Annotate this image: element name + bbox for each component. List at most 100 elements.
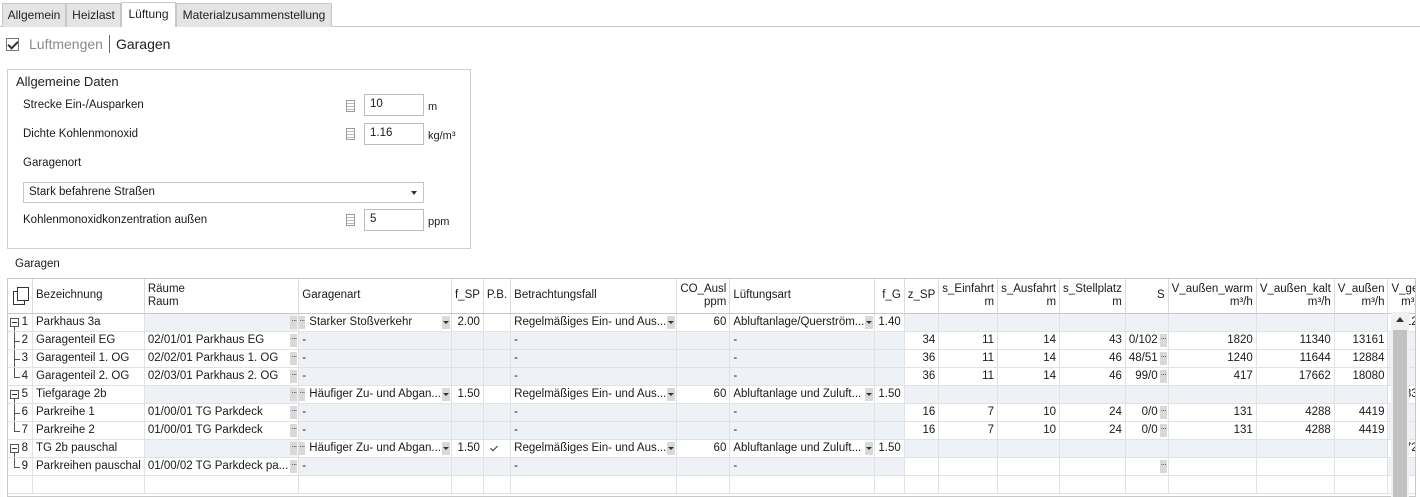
cell-zsp[interactable]: 34 xyxy=(904,331,940,350)
cell-pb[interactable] xyxy=(483,313,512,332)
cell-v-aussen[interactable]: 4419 xyxy=(1334,421,1389,440)
ellipsis-icon[interactable]: ··· xyxy=(290,387,298,401)
row-tree-cell[interactable]: 9 xyxy=(8,457,33,476)
cell-v-aussen-warm[interactable]: 417 xyxy=(1168,367,1257,386)
col-garagenart[interactable]: Garagenart xyxy=(298,279,452,314)
cell-v-aussen[interactable] xyxy=(1334,313,1389,332)
cell-raum[interactable]: 02/01/01 Parkhaus EG ··· xyxy=(144,331,300,350)
cell-v-aussen-kalt[interactable] xyxy=(1256,313,1335,332)
cell-s[interactable] xyxy=(1125,313,1169,332)
cell-zsp[interactable] xyxy=(904,439,940,458)
cell-v-aussen-warm[interactable]: 1240 xyxy=(1168,349,1257,368)
cell-s[interactable]: 0/102 ··· xyxy=(1125,331,1169,350)
cell-raum[interactable]: ··· xyxy=(144,439,300,458)
cell-fg[interactable]: 1.40 xyxy=(874,313,905,332)
empty-cell[interactable] xyxy=(510,475,678,494)
row-tree-cell[interactable]: 6 xyxy=(8,403,33,422)
empty-cell[interactable] xyxy=(298,475,452,494)
col-v-aussen-kalt[interactable]: V_außen_kalt m³/h xyxy=(1256,279,1335,314)
cell-v-aussen-kalt[interactable]: 4288 xyxy=(1256,403,1335,422)
col-pb[interactable]: P.B. xyxy=(483,279,512,314)
ellipsis-icon[interactable]: ··· xyxy=(298,387,306,401)
ellipsis-icon[interactable]: ··· xyxy=(290,315,298,329)
cell-betrachtungsfall[interactable]: Regelmäßiges Ein- und Aus... xyxy=(510,439,678,458)
calculator-icon[interactable] xyxy=(346,214,355,226)
cell-zsp[interactable]: 16 xyxy=(904,421,940,440)
cell-v-aussen-warm[interactable]: 1820 xyxy=(1168,331,1257,350)
ellipsis-icon[interactable]: ··· xyxy=(1159,333,1167,347)
cell-raum[interactable]: 01/00/01 TG Parkdeck ··· xyxy=(144,421,300,440)
tab-lueftung[interactable]: Lüftung xyxy=(121,2,176,27)
cell-raum[interactable]: ··· xyxy=(144,385,300,404)
cell-fsp[interactable]: 1.50 xyxy=(451,385,484,404)
cell-s-einfahrt[interactable]: 11 xyxy=(938,331,999,350)
empty-cell[interactable] xyxy=(1334,475,1389,494)
cell-co-ausl[interactable] xyxy=(676,331,731,350)
empty-cell[interactable] xyxy=(144,475,300,494)
tab-materialzusammenstellung[interactable]: Materialzusammenstellung xyxy=(176,3,332,27)
cell-pb[interactable] xyxy=(483,331,512,350)
cell-garagenart[interactable]: - xyxy=(298,403,452,422)
table-row[interactable]: 4 Garagenteil 2. OG 02/03/01 Parkhaus 2. O… xyxy=(8,367,1415,386)
cell-v-aussen[interactable]: 12884 xyxy=(1334,349,1389,368)
garagenort-select[interactable]: Stark befahrene Straßen xyxy=(23,182,424,203)
col-v-aussen-warm[interactable]: V_außen_warm m³/h xyxy=(1168,279,1257,314)
ellipsis-icon[interactable]: ··· xyxy=(1159,405,1167,419)
cell-garagenart[interactable]: - xyxy=(298,421,452,440)
cell-v-aussen[interactable]: 4419 xyxy=(1334,403,1389,422)
cell-fg[interactable] xyxy=(874,403,905,422)
cell-pb[interactable] xyxy=(483,457,512,476)
copy-icon[interactable] xyxy=(13,286,29,305)
empty-cell[interactable] xyxy=(1256,475,1335,494)
cell-v-aussen[interactable]: 13161 xyxy=(1334,331,1389,350)
cell-pb[interactable] xyxy=(483,439,512,458)
table-row-group[interactable]: 8 TG 2b pauschal ··· Häufiger Zu- und Abgan… xyxy=(8,439,1415,458)
luftmengen-checkbox[interactable] xyxy=(6,37,19,51)
cell-garagenart[interactable]: - xyxy=(298,331,452,350)
cell-raum[interactable]: 01/00/02 TG Parkdeck pa... ··· xyxy=(144,457,300,476)
col-lueftungsart[interactable]: Lüftungsart xyxy=(729,279,876,314)
col-fsp[interactable]: f_SP xyxy=(451,279,484,314)
cell-raum[interactable]: 01/00/01 TG Parkdeck ··· xyxy=(144,403,300,422)
cell-fsp[interactable] xyxy=(451,457,484,476)
cell-s[interactable]: ··· xyxy=(1125,457,1169,476)
empty-cell[interactable] xyxy=(938,475,999,494)
cell-v-aussen-warm[interactable] xyxy=(1168,313,1257,332)
cell-s-stellplatz[interactable] xyxy=(1059,457,1126,476)
cell-bezeichnung[interactable]: Parkhaus 3a xyxy=(32,313,145,332)
cell-bezeichnung[interactable]: Garagenteil 2. OG xyxy=(32,367,145,386)
col-s-ausfahrt[interactable]: s_Ausfahrt m xyxy=(997,279,1061,314)
empty-cell[interactable] xyxy=(451,475,484,494)
row-tree-cell[interactable]: 4 xyxy=(8,367,33,386)
cell-fg[interactable]: 1.50 xyxy=(874,439,905,458)
cell-v-aussen-kalt[interactable]: 11644 xyxy=(1256,349,1335,368)
cell-co-ausl[interactable] xyxy=(676,457,731,476)
table-row[interactable]: 2 Garagenteil EG 02/01/01 Parkhaus EG ··· - -… xyxy=(8,331,1415,350)
cell-s-ausfahrt[interactable]: 14 xyxy=(997,349,1061,368)
cell-bezeichnung[interactable]: Parkreihen pauschal xyxy=(32,457,145,476)
cell-fg[interactable] xyxy=(874,331,905,350)
ellipsis-icon[interactable]: ··· xyxy=(290,351,298,365)
scroll-up-icon[interactable] xyxy=(1396,317,1404,322)
cell-pb[interactable] xyxy=(483,385,512,404)
table-row-group[interactable]: 1 Parkhaus 3a ··· Starker Stoßverkehr ··· 2.0… xyxy=(8,313,1415,332)
cell-bezeichnung[interactable]: Garagenteil 1. OG xyxy=(32,349,145,368)
cell-betrachtungsfall[interactable]: - xyxy=(510,349,678,368)
cell-zsp[interactable]: 16 xyxy=(904,403,940,422)
cell-v-aussen-warm[interactable]: 131 xyxy=(1168,421,1257,440)
cell-lueftungsart[interactable]: Abluftanlage/Querström... xyxy=(729,313,876,332)
cell-betrachtungsfall[interactable]: Regelmäßiges Ein- und Aus... xyxy=(510,313,678,332)
cell-zsp[interactable] xyxy=(904,313,940,332)
cell-bezeichnung[interactable]: Parkreihe 1 xyxy=(32,403,145,422)
col-v-ges[interactable]: V_gesm³/h xyxy=(1387,279,1415,314)
col-v-aussen[interactable]: V_außen m³/h xyxy=(1334,279,1389,314)
cell-s-einfahrt[interactable]: 7 xyxy=(938,421,999,440)
cell-lueftungsart[interactable]: - xyxy=(729,421,876,440)
empty-cell[interactable] xyxy=(676,475,731,494)
cell-s-stellplatz[interactable]: 24 xyxy=(1059,403,1126,422)
cell-fsp[interactable] xyxy=(451,349,484,368)
cell-s-stellplatz[interactable] xyxy=(1059,313,1126,332)
cell-v-aussen-warm[interactable]: 131 xyxy=(1168,403,1257,422)
empty-row[interactable] xyxy=(8,475,1415,494)
cell-pb[interactable] xyxy=(483,403,512,422)
